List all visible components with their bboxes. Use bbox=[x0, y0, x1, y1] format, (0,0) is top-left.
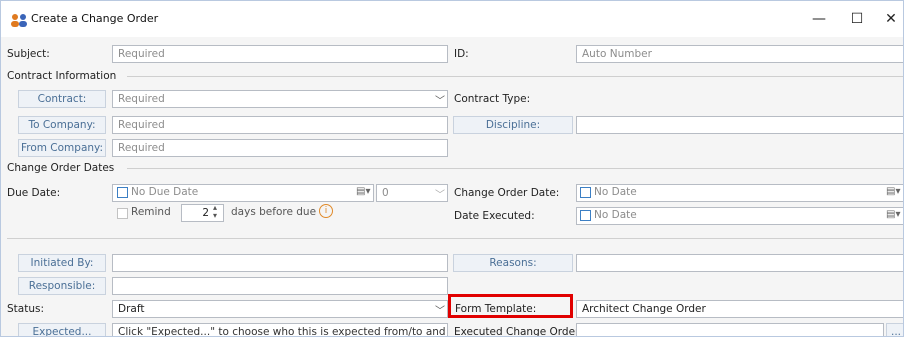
no-date-label: No Date bbox=[594, 186, 637, 198]
to-company-input[interactable]: Required bbox=[112, 116, 448, 134]
app-people-icon bbox=[11, 14, 27, 27]
subject-input[interactable]: Required bbox=[112, 45, 448, 63]
to-company-button[interactable]: To Company: bbox=[18, 116, 106, 134]
due-date-label: Due Date: bbox=[7, 187, 61, 199]
remind-checkbox[interactable] bbox=[117, 208, 128, 219]
responsible-input[interactable] bbox=[112, 277, 448, 295]
section-divider bbox=[127, 76, 903, 77]
no-date-checkbox[interactable] bbox=[580, 187, 591, 198]
change-order-dates-header: Change Order Dates bbox=[7, 162, 115, 174]
initiated-by-button[interactable]: Initiated By: bbox=[18, 254, 106, 272]
remind-label: Remind bbox=[131, 206, 171, 218]
status-select[interactable]: Draft bbox=[112, 300, 448, 318]
remind-days-stepper[interactable]: 2 bbox=[181, 204, 224, 222]
from-company-input[interactable]: Required bbox=[112, 139, 448, 157]
subject-label: Subject: bbox=[7, 48, 50, 60]
close-button[interactable]: ✕ bbox=[871, 7, 903, 31]
responsible-button[interactable]: Responsible: bbox=[18, 277, 106, 295]
from-company-button[interactable]: From Company: bbox=[18, 139, 106, 157]
calendar-icon[interactable]: ▤▾ bbox=[886, 186, 903, 200]
title-bar: Create a Change Order — ☐ ✕ bbox=[1, 1, 903, 37]
info-icon[interactable]: i bbox=[319, 204, 333, 218]
change-order-date-label: Change Order Date: bbox=[454, 187, 560, 199]
minimize-button[interactable]: — bbox=[799, 7, 839, 31]
contract-select[interactable]: Required bbox=[112, 90, 448, 108]
highlight-box bbox=[448, 294, 573, 318]
id-field: Auto Number bbox=[576, 45, 903, 63]
section-divider bbox=[127, 168, 903, 169]
initiated-by-input[interactable] bbox=[112, 254, 448, 272]
contract-button[interactable]: Contract: bbox=[18, 90, 106, 108]
contract-type-label: Contract Type: bbox=[454, 93, 531, 105]
expected-button[interactable]: Expected... bbox=[18, 323, 106, 336]
no-date-checkbox[interactable] bbox=[580, 210, 591, 221]
reasons-input[interactable] bbox=[576, 254, 903, 272]
date-executed-label: Date Executed: bbox=[454, 210, 535, 222]
calendar-icon[interactable]: ▤▾ bbox=[356, 186, 374, 200]
discipline-input[interactable] bbox=[576, 116, 903, 134]
chevron-down-icon[interactable]: ﹀ bbox=[435, 302, 445, 317]
no-due-date-checkbox[interactable] bbox=[117, 187, 128, 198]
id-label: ID: bbox=[454, 48, 469, 60]
discipline-button[interactable]: Discipline: bbox=[453, 116, 573, 134]
remind-suffix: days before due bbox=[231, 206, 317, 218]
executed-change-order-input[interactable] bbox=[576, 323, 884, 336]
form-template-select[interactable]: Architect Change Order bbox=[576, 300, 903, 318]
browse-button[interactable]: ... bbox=[886, 323, 903, 336]
chevron-down-icon[interactable]: ﹀ bbox=[435, 92, 445, 107]
stepper-arrows-icon[interactable]: ▴ ▾ bbox=[213, 204, 217, 220]
no-due-date-label: No Due Date bbox=[131, 186, 199, 198]
status-label: Status: bbox=[7, 303, 44, 315]
window-title: Create a Change Order bbox=[31, 12, 159, 25]
chevron-down-icon[interactable]: ﹀ bbox=[435, 186, 445, 201]
contract-information-header: Contract Information bbox=[7, 70, 117, 82]
reasons-button[interactable]: Reasons: bbox=[453, 254, 573, 272]
expected-info-field: Click "Expected..." to choose who this i… bbox=[112, 323, 448, 336]
calendar-icon[interactable]: ▤▾ bbox=[886, 209, 903, 223]
executed-change-order-label: Executed Change Order: bbox=[454, 326, 583, 337]
no-date-label: No Date bbox=[594, 209, 637, 221]
divider bbox=[7, 238, 903, 239]
create-change-order-window: Create a Change Order — ☐ ✕ Subject: Req… bbox=[0, 0, 904, 337]
